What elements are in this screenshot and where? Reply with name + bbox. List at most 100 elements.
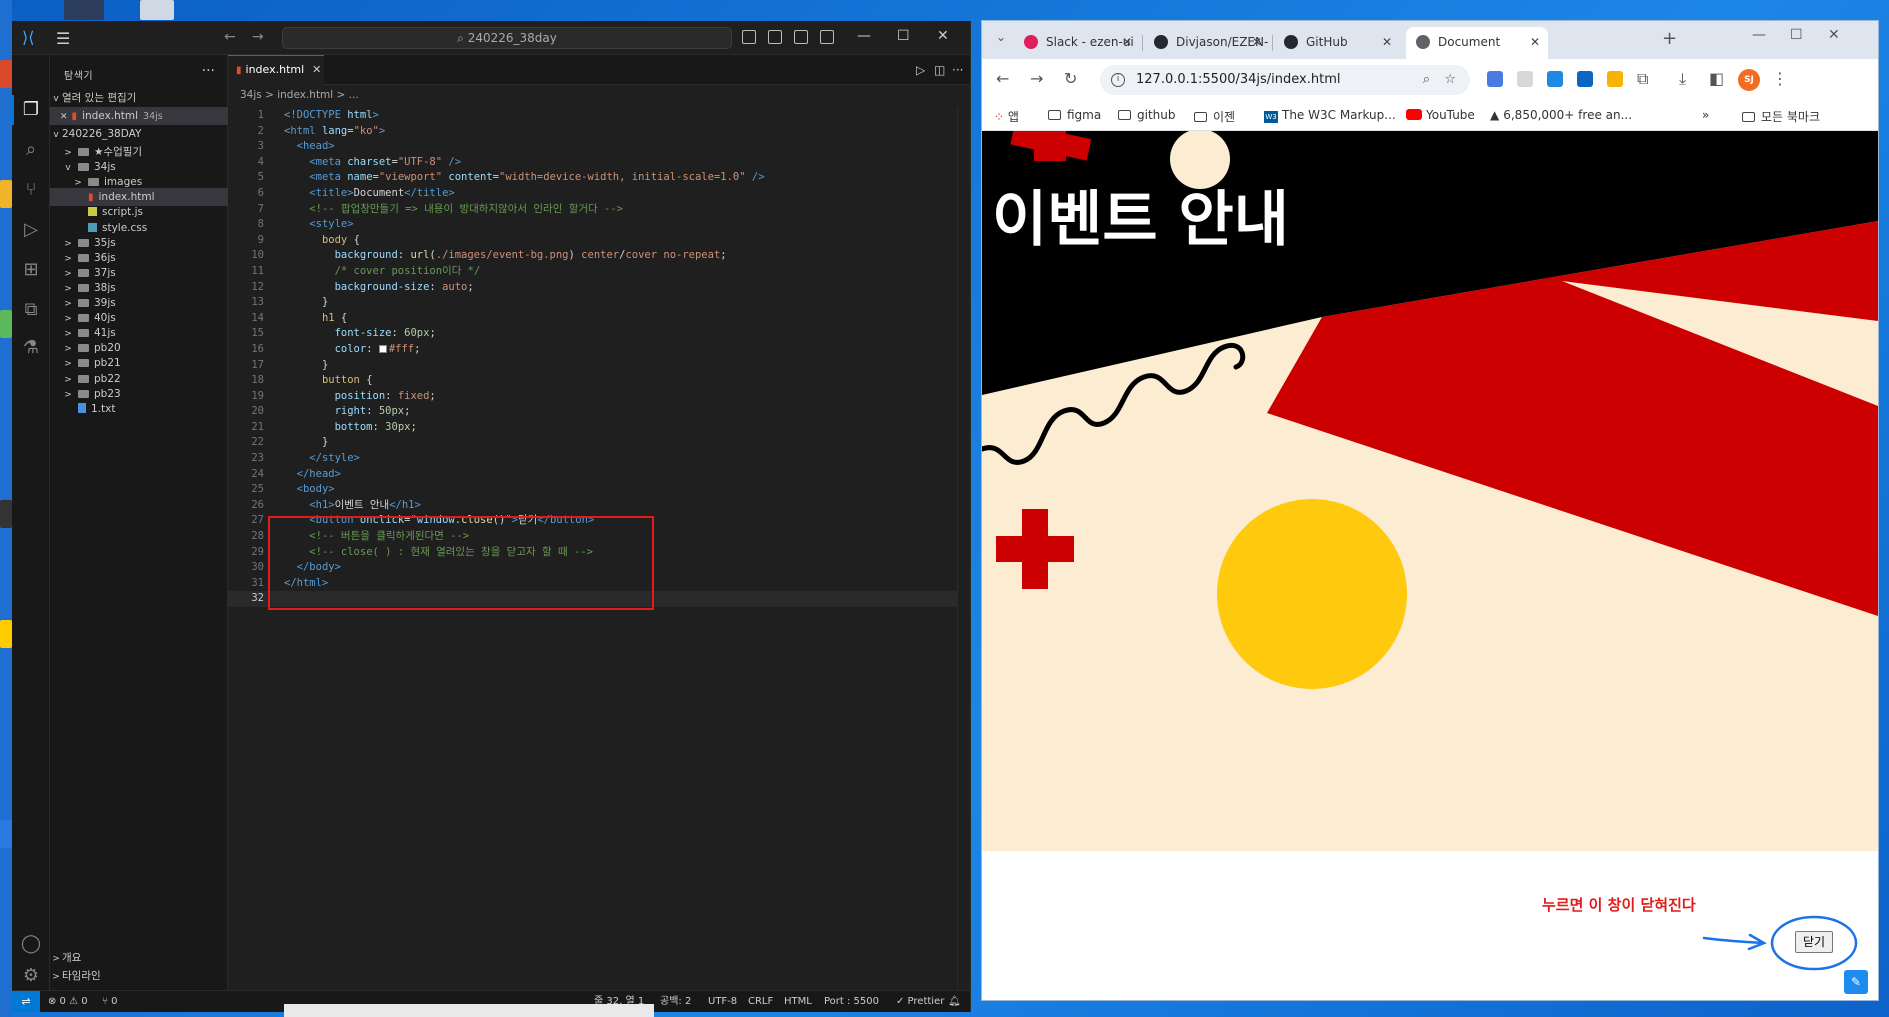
desktop-shortcut-icon[interactable] bbox=[0, 60, 12, 88]
extension-icon[interactable] bbox=[1487, 71, 1503, 87]
extension-icon[interactable] bbox=[1607, 71, 1623, 87]
close-window-button[interactable]: 닫기 bbox=[1795, 931, 1833, 953]
zoom-icon[interactable]: ⌕ bbox=[1423, 65, 1430, 95]
timeline-section[interactable]: > 타임라인 bbox=[50, 967, 228, 985]
color-swatch[interactable] bbox=[378, 344, 387, 353]
close-icon[interactable]: ✕ bbox=[937, 28, 949, 44]
chrome-menu-icon[interactable]: ⋮ bbox=[1772, 69, 1788, 88]
run-icon[interactable]: ▷ bbox=[916, 63, 925, 77]
close-icon[interactable]: ✕ bbox=[60, 112, 68, 122]
bookmark-figma[interactable]: figma bbox=[1048, 108, 1101, 122]
ports-status[interactable]: ⑂ 0 bbox=[102, 991, 118, 1012]
workspace-section[interactable]: v 240226_38DAY bbox=[50, 125, 228, 143]
desktop-shortcut-icon[interactable] bbox=[64, 0, 104, 20]
minimize-icon[interactable]: — bbox=[857, 28, 871, 44]
desktop-shortcut-icon[interactable] bbox=[0, 180, 12, 208]
indent-status[interactable]: 공백: 2 bbox=[660, 991, 691, 1012]
browser-tab[interactable]: Divjason/EZEN- ✕ bbox=[1144, 27, 1270, 59]
explorer-icon[interactable]: ❐ bbox=[20, 99, 42, 121]
desktop-shortcut-icon[interactable] bbox=[140, 0, 174, 20]
open-editors-section[interactable]: v 열려 있는 편집기 bbox=[50, 89, 228, 107]
browser-tab[interactable]: GitHub ✕ bbox=[1274, 27, 1400, 59]
split-editor-icon[interactable]: ◫ bbox=[934, 63, 945, 77]
desktop-shortcut-icon[interactable] bbox=[0, 820, 12, 848]
maximize-icon[interactable]: ☐ bbox=[1790, 27, 1803, 43]
search-icon[interactable]: ⌕ bbox=[20, 139, 42, 161]
extensions-puzzle-icon[interactable]: ⧉ bbox=[1637, 69, 1648, 89]
forward-arrow-icon[interactable]: → bbox=[252, 29, 264, 45]
bookmark-apps[interactable]: ⁘ 앱 bbox=[994, 108, 1019, 125]
close-icon[interactable]: ✕ bbox=[1828, 27, 1840, 43]
prettier-status[interactable]: ✓ Prettier bbox=[896, 991, 944, 1012]
back-arrow-icon[interactable]: ← bbox=[224, 29, 236, 45]
close-tab-icon[interactable]: ✕ bbox=[312, 63, 321, 76]
close-tab-icon[interactable]: ✕ bbox=[1122, 27, 1132, 57]
notifications-bell-icon[interactable]: 🔔︎ bbox=[948, 991, 961, 1012]
code-line: 7 <!-- 팝업창만들기 => 내용이 방대하지않아서 인라인 할거다 --> bbox=[257, 202, 623, 215]
tree-file[interactable]: 1.txt bbox=[50, 400, 228, 418]
js-file-icon bbox=[88, 207, 97, 217]
code-line: 14 h1 { bbox=[251, 311, 348, 324]
account-icon[interactable]: ◯ bbox=[20, 933, 42, 955]
side-panel-icon[interactable]: ◧ bbox=[1709, 69, 1724, 88]
new-tab-plus-icon[interactable]: + bbox=[1662, 28, 1677, 49]
maximize-icon[interactable]: ☐ bbox=[897, 28, 910, 44]
bookmark-free-icons[interactable]: ▲ 6,850,000+ free an... bbox=[1490, 108, 1632, 122]
bookmark-w3c[interactable]: W3 The W3C Markup... bbox=[1264, 108, 1396, 123]
more-actions-icon[interactable]: ··· bbox=[952, 63, 963, 77]
toggle-secondary-sidebar-icon[interactable] bbox=[794, 30, 808, 44]
reload-icon[interactable]: ↻ bbox=[1064, 69, 1077, 88]
more-bookmarks-icon[interactable]: » bbox=[1702, 108, 1709, 122]
language-mode[interactable]: HTML bbox=[784, 991, 812, 1012]
desktop-shortcut-icon[interactable] bbox=[0, 500, 12, 528]
command-center-search[interactable]: ⌕ 240226_38day bbox=[282, 27, 732, 49]
extension-icon[interactable] bbox=[1547, 71, 1563, 87]
more-actions-icon[interactable]: ··· bbox=[202, 63, 215, 79]
close-tab-icon[interactable]: ✕ bbox=[1382, 27, 1392, 57]
toggle-panel-icon[interactable] bbox=[768, 30, 782, 44]
bookmark-star-icon[interactable]: ☆ bbox=[1444, 65, 1456, 95]
close-tab-icon[interactable]: ✕ bbox=[1530, 27, 1540, 57]
remote-indicator-icon[interactable]: ⇌ bbox=[12, 991, 40, 1012]
extension-icon[interactable] bbox=[1577, 71, 1593, 87]
bookmark-ezen[interactable]: 이젠 bbox=[1194, 108, 1235, 125]
editor-tab-index-html[interactable]: ▮ index.html ✕ bbox=[228, 55, 324, 85]
minimize-icon[interactable]: — bbox=[1752, 27, 1766, 43]
testing-icon[interactable]: ⚗ bbox=[20, 337, 42, 359]
tab-search-chevron-icon[interactable]: ⌄ bbox=[996, 30, 1006, 44]
address-bar[interactable]: i 127.0.0.1:5500/34js/index.html ⌕ ☆ bbox=[1100, 65, 1470, 95]
extension-icon[interactable] bbox=[1517, 71, 1533, 87]
settings-gear-icon[interactable]: ⚙ bbox=[20, 965, 42, 987]
outline-section[interactable]: > 개요 bbox=[50, 949, 228, 967]
back-arrow-icon[interactable]: ← bbox=[996, 69, 1009, 88]
extensions-icon[interactable]: ⊞ bbox=[20, 259, 42, 281]
profile-avatar[interactable]: SJ bbox=[1738, 69, 1760, 91]
breadcrumb[interactable]: 34js > index.html > ... bbox=[240, 89, 359, 101]
desktop-shortcut-icon[interactable] bbox=[0, 310, 12, 338]
code-line: 9 body { bbox=[257, 233, 360, 246]
download-icon[interactable]: ⤓ bbox=[1679, 69, 1686, 89]
run-debug-icon[interactable]: ▷ bbox=[20, 219, 42, 241]
editor-scrollbar[interactable] bbox=[957, 108, 970, 988]
remote-explorer-icon[interactable]: ⧉ bbox=[20, 299, 42, 321]
customize-layout-icon[interactable] bbox=[820, 30, 834, 44]
menu-icon[interactable]: ☰ bbox=[56, 29, 70, 48]
toggle-sidebar-icon[interactable] bbox=[742, 30, 756, 44]
forward-arrow-icon[interactable]: → bbox=[1030, 69, 1043, 88]
open-editor-item[interactable]: ✕ ▮ index.html 34js bbox=[50, 107, 228, 125]
color-picker-icon[interactable]: ✎ bbox=[1844, 970, 1868, 994]
all-bookmarks-folder[interactable]: 모든 북마크 bbox=[1742, 108, 1820, 125]
browser-tab[interactable]: Document ✕ bbox=[1406, 27, 1548, 59]
live-server-port[interactable]: Port : 5500 bbox=[824, 991, 879, 1012]
desktop-shortcut-icon[interactable] bbox=[0, 620, 12, 648]
problems-status[interactable]: ⊗ 0 ⚠ 0 bbox=[48, 991, 88, 1012]
source-control-icon[interactable]: ⑂ bbox=[20, 179, 42, 201]
browser-tab[interactable]: Slack - ezen-ui ✕ bbox=[1014, 27, 1140, 59]
bookmark-github[interactable]: github bbox=[1118, 108, 1175, 122]
site-info-icon[interactable]: i bbox=[1111, 73, 1125, 87]
bookmark-youtube[interactable]: YouTube bbox=[1406, 108, 1475, 122]
eol-status[interactable]: CRLF bbox=[748, 991, 773, 1012]
tab-title: Document bbox=[1438, 35, 1501, 49]
encoding-status[interactable]: UTF-8 bbox=[708, 991, 737, 1012]
close-tab-icon[interactable]: ✕ bbox=[1252, 27, 1262, 57]
